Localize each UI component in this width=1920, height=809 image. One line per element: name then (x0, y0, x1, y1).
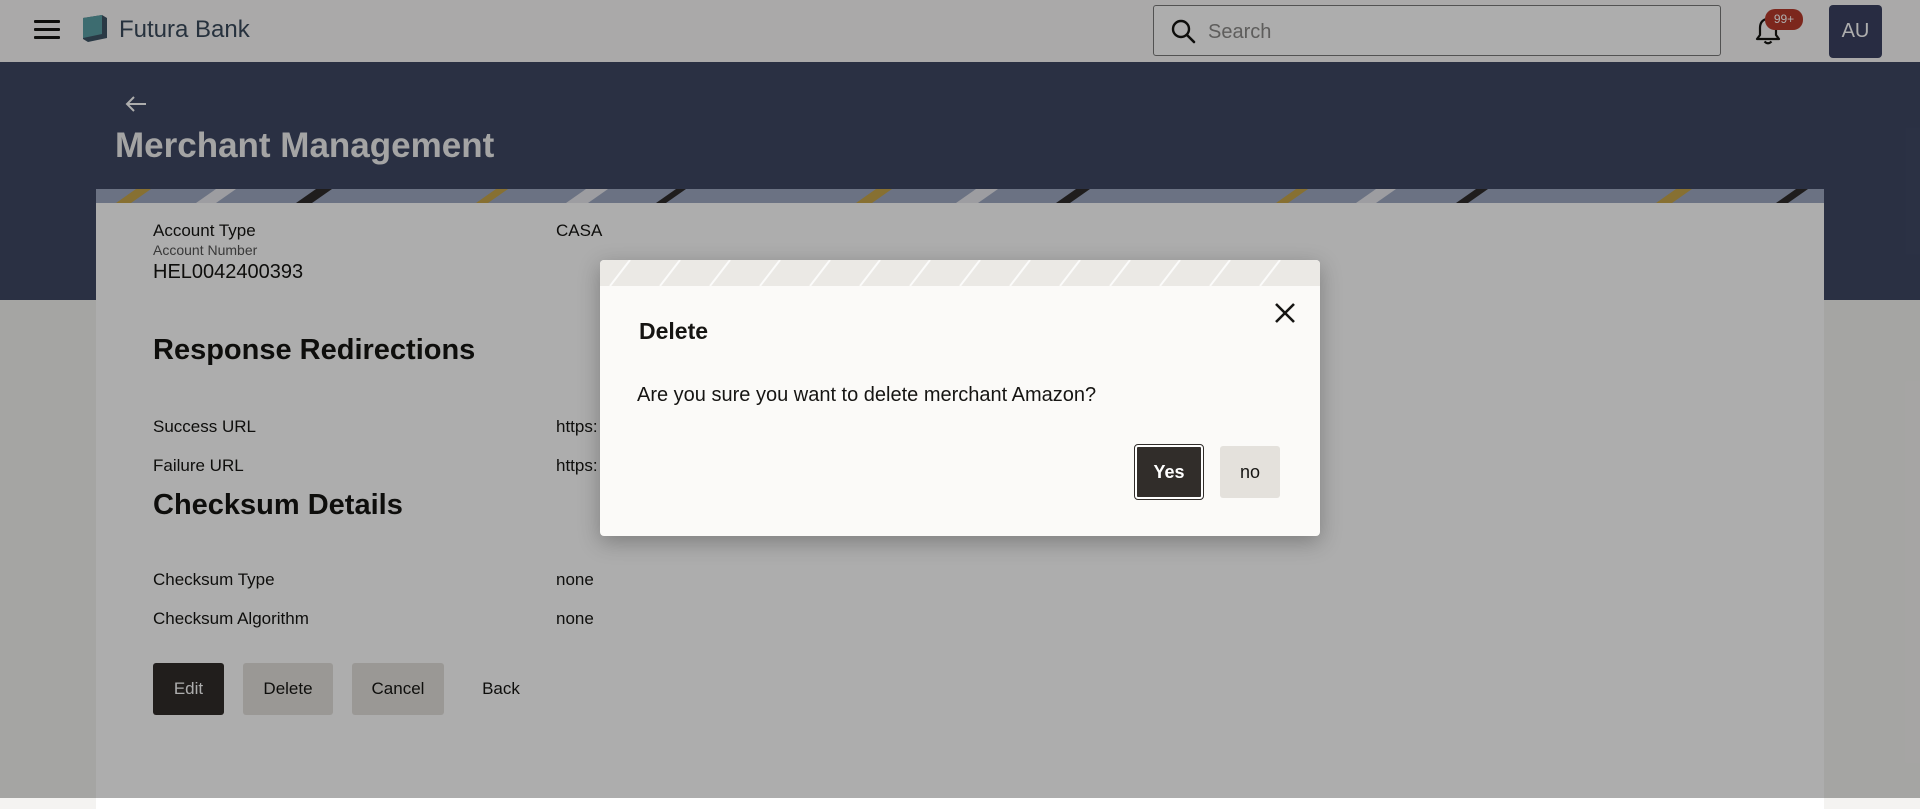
dialog-message: Are you sure you want to delete merchant… (637, 384, 1097, 406)
dialog-pattern (600, 260, 1320, 286)
close-icon[interactable] (1272, 300, 1298, 326)
delete-dialog: Delete Are you sure you want to delete m… (600, 260, 1320, 536)
dialog-title: Delete (639, 318, 709, 344)
yes-button[interactable]: Yes (1134, 444, 1204, 500)
no-button[interactable]: no (1220, 446, 1280, 498)
